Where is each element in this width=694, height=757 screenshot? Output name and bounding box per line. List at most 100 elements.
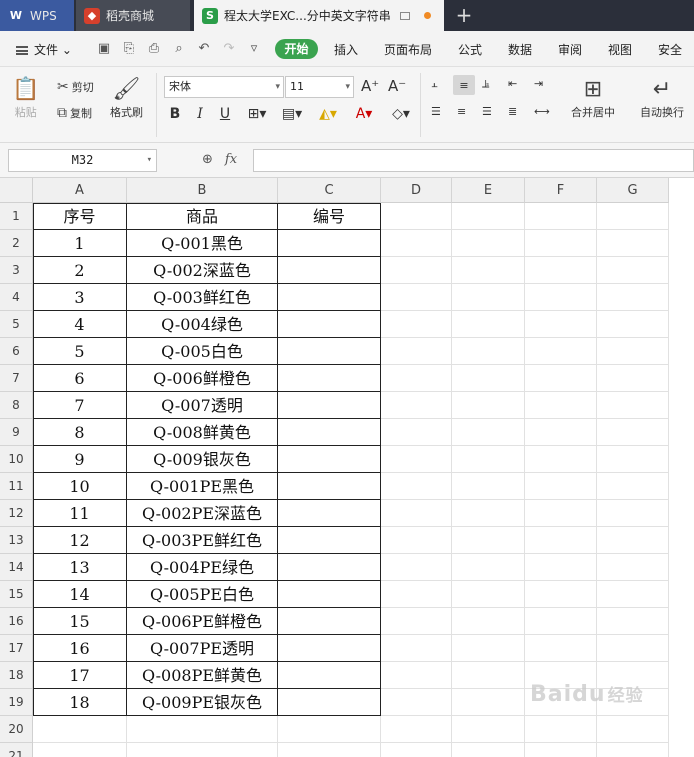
cell[interactable] <box>452 419 525 446</box>
cell[interactable] <box>278 365 381 392</box>
align-middle-icon[interactable]: ≡ <box>453 75 475 95</box>
cell[interactable] <box>452 662 525 689</box>
cell[interactable] <box>452 527 525 554</box>
header-cell[interactable]: 商品 <box>127 203 278 230</box>
tab-insert[interactable]: 插入 <box>334 41 358 58</box>
cell[interactable] <box>525 581 597 608</box>
fill-color-icon[interactable]: ◭▾ <box>314 106 342 122</box>
cell[interactable] <box>381 311 452 338</box>
cell[interactable] <box>33 743 127 757</box>
cell[interactable]: Q-004PE绿色 <box>127 554 278 581</box>
row-header[interactable]: 16 <box>0 608 33 635</box>
cell[interactable] <box>597 554 669 581</box>
row-header[interactable]: 12 <box>0 500 33 527</box>
save-icon[interactable]: ▣ <box>95 40 113 58</box>
redo-icon[interactable]: ↷ <box>220 40 238 58</box>
cell[interactable] <box>381 689 452 716</box>
cell[interactable]: 5 <box>33 338 127 365</box>
cell[interactable] <box>597 338 669 365</box>
zoom-icon[interactable]: ⊕ <box>202 152 213 167</box>
cell[interactable] <box>597 446 669 473</box>
row-header[interactable]: 18 <box>0 662 33 689</box>
tab-wps-home[interactable]: W WPS <box>0 0 74 31</box>
cut-button[interactable]: ✂ 剪切 <box>57 79 94 95</box>
cell[interactable] <box>381 365 452 392</box>
cell[interactable]: 17 <box>33 662 127 689</box>
cell[interactable] <box>278 230 381 257</box>
cell[interactable] <box>597 257 669 284</box>
cell[interactable] <box>597 608 669 635</box>
decrease-font-icon[interactable]: A⁻ <box>388 77 406 95</box>
merge-center-button[interactable]: ⊞ 合并居中 <box>571 77 615 120</box>
increase-font-icon[interactable]: A⁺ <box>361 77 379 95</box>
cell[interactable] <box>278 527 381 554</box>
cell[interactable] <box>525 446 597 473</box>
cell[interactable]: Q-005PE白色 <box>127 581 278 608</box>
column-header[interactable]: G <box>597 178 669 203</box>
cell[interactable] <box>452 311 525 338</box>
cell[interactable] <box>525 635 597 662</box>
row-header[interactable]: 15 <box>0 581 33 608</box>
font-color-icon[interactable]: A▾ <box>350 106 378 122</box>
cell[interactable] <box>525 230 597 257</box>
row-header[interactable]: 13 <box>0 527 33 554</box>
justify-icon[interactable]: ≣ <box>508 105 517 118</box>
cell[interactable] <box>452 392 525 419</box>
bold-icon[interactable]: B <box>167 106 183 122</box>
underline-icon[interactable]: U <box>217 106 233 122</box>
cell[interactable] <box>452 230 525 257</box>
select-all-corner[interactable] <box>0 178 33 203</box>
cell[interactable] <box>381 284 452 311</box>
row-header[interactable]: 20 <box>0 716 33 743</box>
cell[interactable] <box>452 473 525 500</box>
row-header[interactable]: 8 <box>0 392 33 419</box>
cell[interactable]: Q-004绿色 <box>127 311 278 338</box>
cell[interactable] <box>381 716 452 743</box>
cell[interactable]: Q-002PE深蓝色 <box>127 500 278 527</box>
paste-button[interactable]: 📋 粘贴 <box>12 77 39 120</box>
cell[interactable]: 3 <box>33 284 127 311</box>
row-header[interactable]: 17 <box>0 635 33 662</box>
cell[interactable] <box>127 743 278 757</box>
cell[interactable] <box>525 419 597 446</box>
column-header[interactable]: E <box>452 178 525 203</box>
cell[interactable]: 9 <box>33 446 127 473</box>
cell[interactable] <box>381 581 452 608</box>
row-header[interactable]: 14 <box>0 554 33 581</box>
cell[interactable]: Q-001黑色 <box>127 230 278 257</box>
file-menu[interactable]: 文件 ⌄ <box>16 41 72 58</box>
cell[interactable] <box>278 716 381 743</box>
cell[interactable] <box>381 527 452 554</box>
cell[interactable] <box>525 527 597 554</box>
align-left-icon[interactable]: ☰ <box>431 105 441 118</box>
cell[interactable] <box>381 338 452 365</box>
cell[interactable]: Q-002深蓝色 <box>127 257 278 284</box>
cell[interactable] <box>381 257 452 284</box>
decrease-indent-icon[interactable]: ⇤ <box>508 77 517 90</box>
cell[interactable] <box>525 743 597 757</box>
cell[interactable] <box>381 203 452 230</box>
cell[interactable]: Q-003鲜红色 <box>127 284 278 311</box>
cell[interactable] <box>525 338 597 365</box>
tab-security[interactable]: 安全 <box>658 41 682 58</box>
cell[interactable] <box>452 581 525 608</box>
tab-docer-store[interactable]: ◆ 稻壳商城 <box>76 0 190 31</box>
cell[interactable] <box>278 311 381 338</box>
undo-icon[interactable]: ↶ <box>195 40 213 58</box>
cell[interactable] <box>278 473 381 500</box>
cell[interactable]: Q-001PE黑色 <box>127 473 278 500</box>
tab-review[interactable]: 审阅 <box>558 41 582 58</box>
cell[interactable] <box>525 716 597 743</box>
cell[interactable] <box>525 203 597 230</box>
cell[interactable]: 7 <box>33 392 127 419</box>
row-header[interactable]: 3 <box>0 257 33 284</box>
cell-style-icon[interactable]: ▤▾ <box>278 106 306 122</box>
cell[interactable] <box>597 203 669 230</box>
cell[interactable] <box>452 716 525 743</box>
cell[interactable]: 8 <box>33 419 127 446</box>
cell[interactable] <box>597 230 669 257</box>
cell[interactable]: 11 <box>33 500 127 527</box>
customize-toolbar-icon[interactable]: ▿ <box>245 40 263 58</box>
cell[interactable] <box>597 311 669 338</box>
cell[interactable] <box>452 743 525 757</box>
